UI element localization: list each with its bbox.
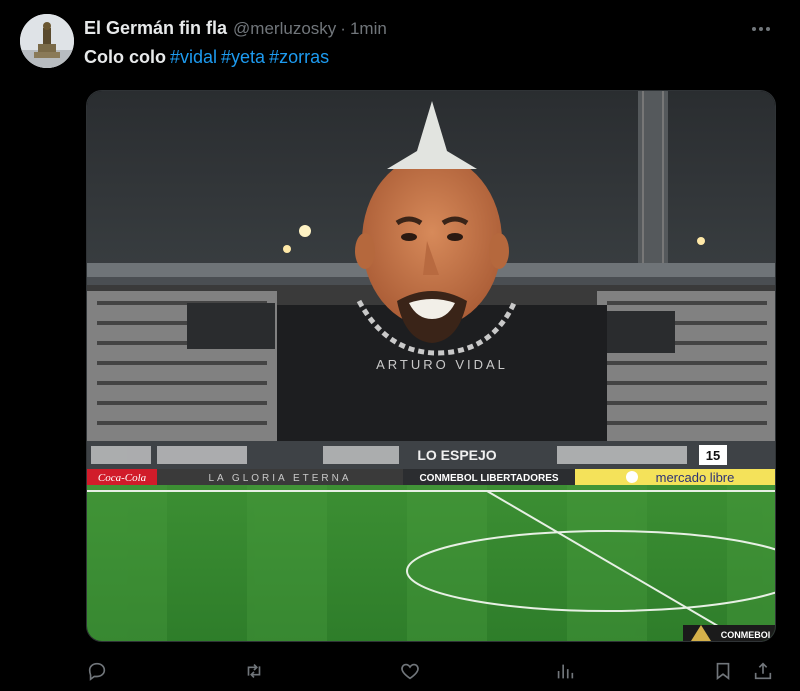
- tweet-body: Colo colo: [84, 47, 166, 67]
- hashtag-zorras[interactable]: #zorras: [269, 47, 329, 67]
- display-name[interactable]: El Germán fin fla: [84, 18, 227, 39]
- share-icon: [754, 662, 772, 680]
- hashtag-yeta[interactable]: #yeta: [221, 47, 265, 67]
- share-button[interactable]: [750, 658, 776, 684]
- tweet: El Germán fin fla @merluzosky · 1min Col…: [0, 0, 800, 691]
- avatar-image: [20, 14, 74, 68]
- more-dots-icon: [752, 27, 770, 31]
- bookmark-button[interactable]: [710, 658, 736, 684]
- reply-button[interactable]: [84, 658, 110, 684]
- hashtag-vidal[interactable]: #vidal: [170, 47, 217, 67]
- bookmark-icon: [716, 662, 730, 680]
- views-button[interactable]: [552, 658, 578, 684]
- tifo-banner-text: ARTURO VIDAL: [376, 357, 508, 372]
- ad-cocacola: Coca-Cola: [98, 472, 147, 484]
- tweet-text: Colo colo #vidal #yeta #zorras: [84, 47, 329, 68]
- like-button[interactable]: [397, 658, 423, 684]
- more-options-button[interactable]: [748, 18, 774, 40]
- ad-conmebol: CONMEBOL LIBERTADORES: [419, 473, 558, 484]
- tweet-actions: [0, 652, 800, 688]
- timestamp[interactable]: 1min: [350, 19, 387, 39]
- stand-banner-text: LO ESPEJO: [417, 447, 496, 463]
- ad-mercadolibre: mercado libre: [656, 470, 735, 485]
- views-icon: [557, 664, 574, 679]
- heart-icon: [401, 663, 419, 680]
- stadium-image: ARTURO VIDAL LO ESPEJO 15 Coca-Cola LA G…: [87, 91, 775, 641]
- reply-icon: [88, 662, 106, 681]
- corner-logo-text: CONMEBOL: [721, 630, 774, 640]
- retweet-button[interactable]: [241, 658, 267, 684]
- tweet-header: El Germán fin fla @merluzosky · 1min: [84, 18, 387, 40]
- tweet-media[interactable]: ARTURO VIDAL LO ESPEJO 15 Coca-Cola LA G…: [86, 90, 776, 642]
- separator-dot: ·: [340, 19, 346, 38]
- stand-number: 15: [706, 448, 720, 463]
- retweet-icon: [247, 663, 261, 679]
- user-handle[interactable]: @merluzosky: [233, 19, 336, 39]
- avatar[interactable]: [20, 14, 74, 68]
- ad-gloria: LA GLORIA ETERNA: [208, 473, 351, 484]
